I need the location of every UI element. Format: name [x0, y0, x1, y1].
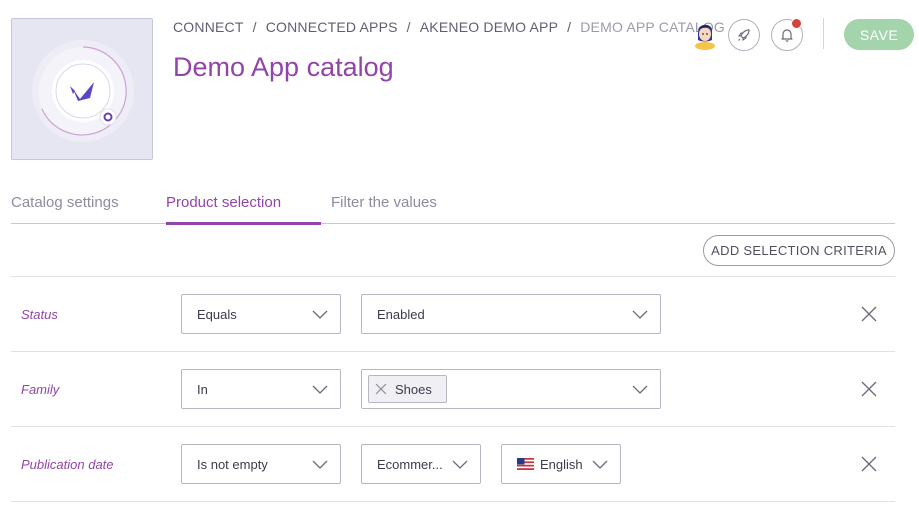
family-operator-value: In	[197, 381, 208, 397]
row-divider	[11, 501, 895, 502]
tab-bar: Catalog settings Product selection Filte…	[11, 183, 895, 225]
channel-value: Ecommer...	[377, 456, 443, 472]
bell-icon	[781, 29, 793, 42]
chip-remove-close-icon[interactable]	[375, 383, 387, 395]
notification-badge	[791, 18, 802, 29]
breadcrumb-separator: /	[252, 19, 257, 35]
active-tab-indicator	[166, 222, 321, 225]
user-avatar-icon[interactable]	[689, 18, 721, 50]
breadcrumb-item-connected-apps[interactable]: Connected apps	[266, 19, 398, 35]
breadcrumb-item-connect[interactable]: Connect	[173, 19, 244, 35]
tab-product-selection[interactable]: Product selection	[166, 194, 281, 211]
row-divider	[11, 426, 895, 427]
chevron-down-icon	[312, 310, 328, 319]
rocket-icon	[737, 29, 750, 42]
tab-filter-the-values[interactable]: Filter the values	[331, 194, 437, 211]
breadcrumb-separator: /	[406, 19, 411, 35]
family-chip-shoes: Shoes	[368, 375, 447, 403]
criterion-label-family: Family	[21, 382, 60, 397]
chevron-down-icon	[312, 460, 328, 469]
publication-date-operator-value: Is not empty	[197, 456, 268, 472]
breadcrumb-separator: /	[567, 19, 572, 35]
chevron-down-icon	[632, 385, 648, 394]
page-title: Demo App catalog	[173, 52, 394, 82]
remove-family-criterion-close-icon[interactable]	[860, 380, 878, 398]
breadcrumb: Connect / Connected apps / Akeneo Demo A…	[173, 19, 725, 35]
family-value-multiselect[interactable]: Shoes	[361, 369, 661, 409]
apps-rocket-button[interactable]	[728, 19, 760, 51]
status-value-select[interactable]: Enabled	[361, 294, 661, 334]
status-operator-value: Equals	[197, 306, 237, 322]
chip-label: Shoes	[395, 381, 432, 397]
criterion-label-publication-date: Publication date	[21, 457, 114, 472]
remove-status-criterion-close-icon[interactable]	[860, 305, 878, 323]
status-value: Enabled	[377, 306, 425, 322]
chevron-down-icon	[312, 385, 328, 394]
chevron-down-icon	[592, 460, 608, 469]
locale-select[interactable]: English	[501, 444, 621, 484]
locale-value: English	[540, 456, 583, 472]
remove-publication-date-criterion-close-icon[interactable]	[860, 455, 878, 473]
app-logo-illustration	[11, 18, 153, 160]
tab-catalog-settings[interactable]: Catalog settings	[11, 194, 119, 211]
breadcrumb-item-akeneo-demo-app[interactable]: Akeneo Demo App	[420, 19, 558, 35]
row-divider	[11, 276, 895, 277]
save-button[interactable]: Save	[844, 19, 914, 50]
header-divider	[823, 18, 824, 49]
add-selection-criteria-button[interactable]: Add selection criteria	[703, 235, 895, 266]
akeneo-logo-icon	[32, 40, 134, 142]
us-flag-icon	[517, 458, 534, 470]
row-divider	[11, 351, 895, 352]
channel-select[interactable]: Ecommer...	[361, 444, 481, 484]
criterion-label-status: Status	[21, 307, 58, 322]
status-operator-select[interactable]: Equals	[181, 294, 341, 334]
chevron-down-icon	[452, 460, 468, 469]
publication-date-operator-select[interactable]: Is not empty	[181, 444, 341, 484]
family-operator-select[interactable]: In	[181, 369, 341, 409]
chevron-down-icon	[632, 310, 648, 319]
